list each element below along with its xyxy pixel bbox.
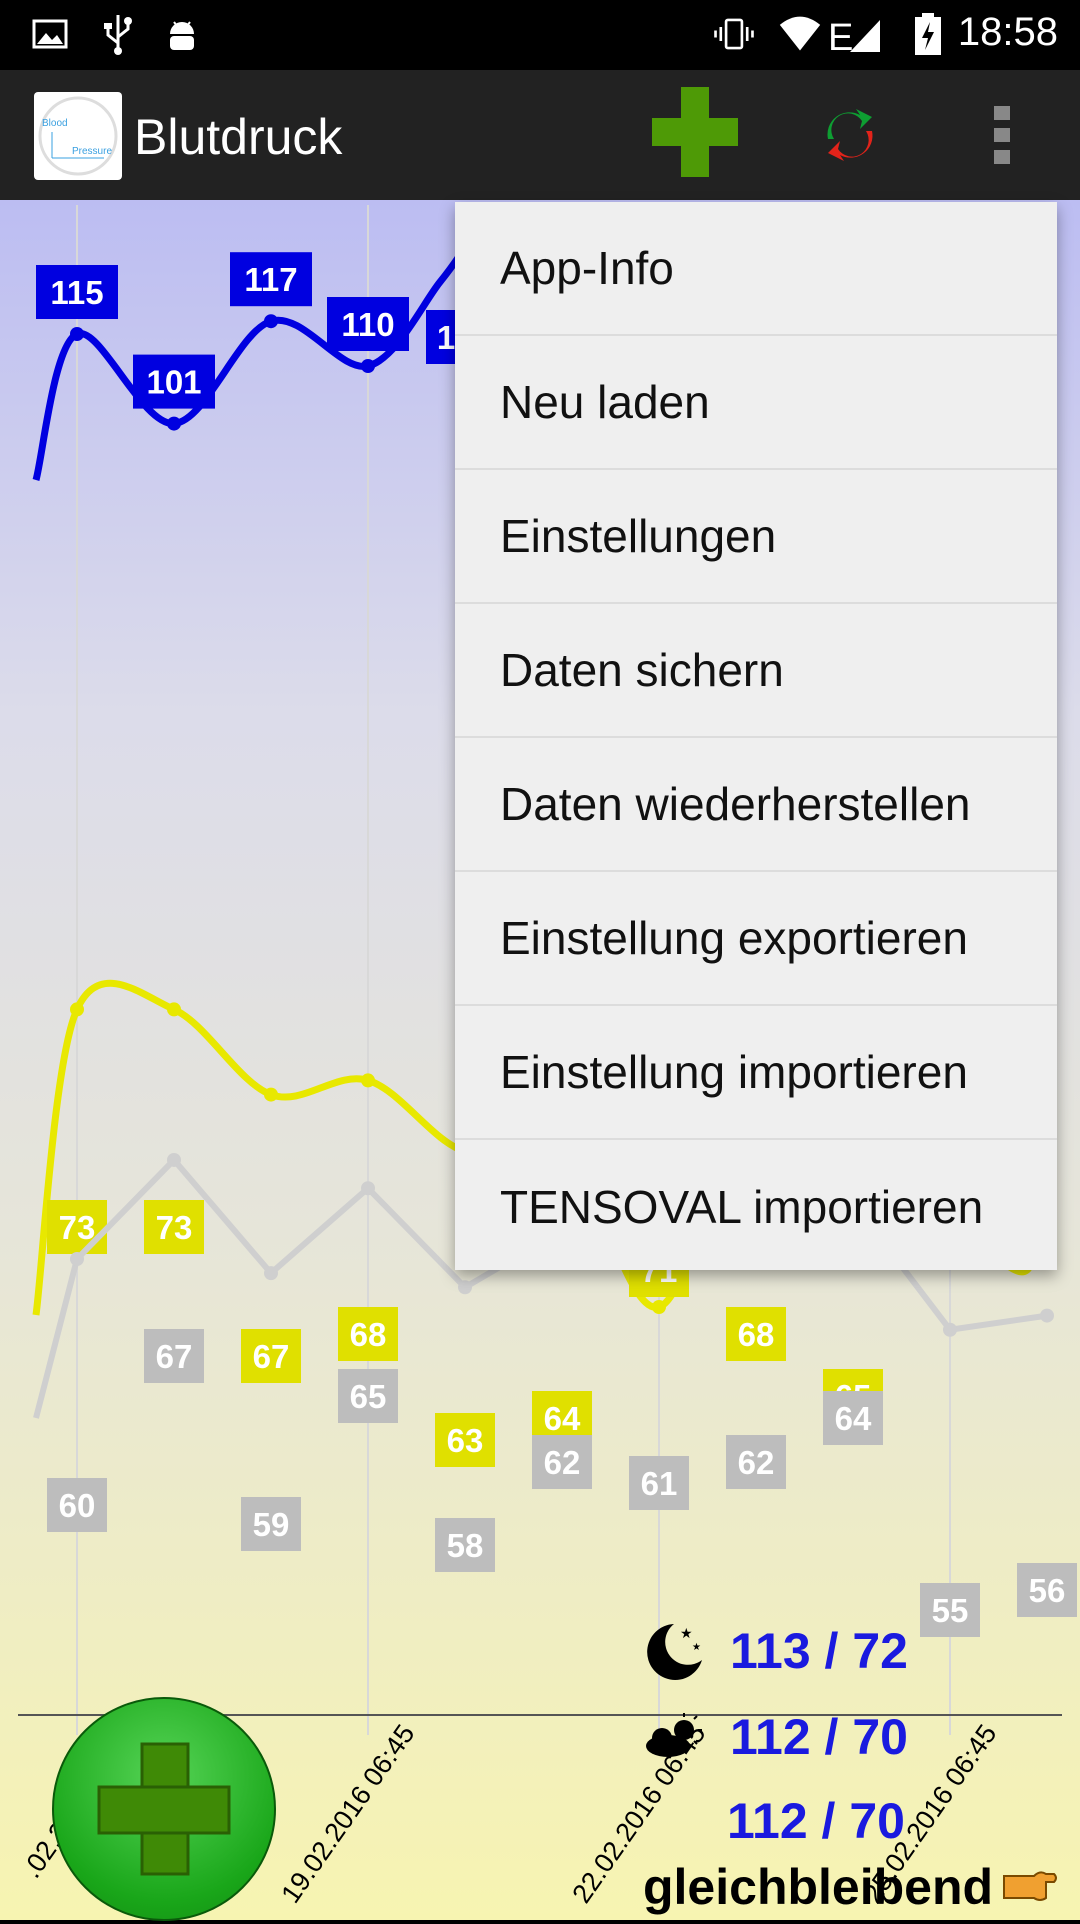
systolic-label: 110 bbox=[341, 306, 394, 343]
menu-item-backup[interactable]: Daten sichern bbox=[455, 604, 1057, 738]
pulse-label: 67 bbox=[156, 1338, 193, 1375]
menu-item-settings[interactable]: Einstellungen bbox=[455, 470, 1057, 604]
systolic-point bbox=[264, 314, 278, 329]
overflow-menu: App-Info Neu laden Einstellungen Daten s… bbox=[455, 202, 1057, 1270]
moon-icon: ★ ★ bbox=[640, 1620, 704, 1684]
diastolic-label: 63 bbox=[447, 1422, 484, 1459]
pulse-label: 61 bbox=[641, 1465, 678, 1502]
day-average: 112 / 70 bbox=[730, 1709, 908, 1765]
pulse-label: 55 bbox=[932, 1592, 969, 1629]
menu-item-export-settings[interactable]: Einstellung exportieren bbox=[455, 872, 1057, 1006]
pulse-point bbox=[167, 1152, 181, 1167]
pulse-point bbox=[943, 1322, 957, 1337]
diastolic-point bbox=[70, 1002, 84, 1017]
pulse-point bbox=[361, 1181, 375, 1196]
pulse-point bbox=[458, 1280, 472, 1295]
diastolic-label: 64 bbox=[544, 1400, 581, 1437]
pulse-point bbox=[264, 1266, 278, 1281]
menu-item-reload[interactable]: Neu laden bbox=[455, 336, 1057, 470]
diastolic-label: 68 bbox=[350, 1316, 387, 1353]
systolic-point bbox=[361, 359, 375, 373]
diastolic-point bbox=[264, 1087, 278, 1102]
diastolic-label: 68 bbox=[738, 1316, 775, 1353]
systolic-label: 115 bbox=[50, 274, 103, 311]
x-tick-label-1: 19.02.2016 06:45 bbox=[275, 1719, 420, 1908]
add-icon-large bbox=[97, 1742, 231, 1876]
diastolic-label: 67 bbox=[253, 1338, 290, 1375]
menu-item-tensoval-import[interactable]: TENSOVAL importieren bbox=[455, 1140, 1057, 1274]
pulse-label: 65 bbox=[350, 1378, 387, 1415]
add-measurement-button[interactable] bbox=[52, 1697, 276, 1921]
pulse-label: 56 bbox=[1029, 1572, 1066, 1609]
systolic-label: 117 bbox=[244, 261, 297, 298]
pulse-label: 60 bbox=[59, 1487, 96, 1524]
pulse-point bbox=[70, 1252, 84, 1266]
thumb-sideways-icon bbox=[1000, 1862, 1058, 1906]
pulse-label: 59 bbox=[253, 1506, 290, 1543]
total-average: 112 / 70 bbox=[727, 1793, 905, 1849]
trend-text: gleichbleibend bbox=[643, 1859, 994, 1915]
diastolic-point bbox=[167, 1002, 181, 1017]
menu-item-import-settings[interactable]: Einstellung importieren bbox=[455, 1006, 1057, 1140]
systolic-label: 101 bbox=[146, 364, 201, 401]
diastolic-label: 73 bbox=[59, 1209, 96, 1246]
menu-item-app-info[interactable]: App-Info bbox=[455, 202, 1057, 336]
systolic-label-partial: 1 bbox=[437, 319, 455, 356]
diastolic-point bbox=[652, 1300, 666, 1314]
pulse-label: 62 bbox=[738, 1444, 775, 1481]
pulse-label: 62 bbox=[544, 1444, 581, 1481]
systolic-point bbox=[70, 327, 84, 341]
pulse-point bbox=[1040, 1308, 1054, 1323]
diastolic-label: 73 bbox=[156, 1209, 193, 1246]
diastolic-point bbox=[361, 1073, 375, 1088]
night-average: 113 / 72 bbox=[730, 1623, 908, 1679]
systolic-point bbox=[167, 416, 181, 431]
svg-text:★: ★ bbox=[680, 1625, 693, 1641]
cloud-sun-icon bbox=[640, 1712, 704, 1762]
svg-text:★: ★ bbox=[692, 1642, 701, 1653]
menu-item-restore[interactable]: Daten wiederherstellen bbox=[455, 738, 1057, 872]
pulse-label: 64 bbox=[835, 1400, 872, 1437]
pulse-label: 58 bbox=[447, 1527, 484, 1564]
